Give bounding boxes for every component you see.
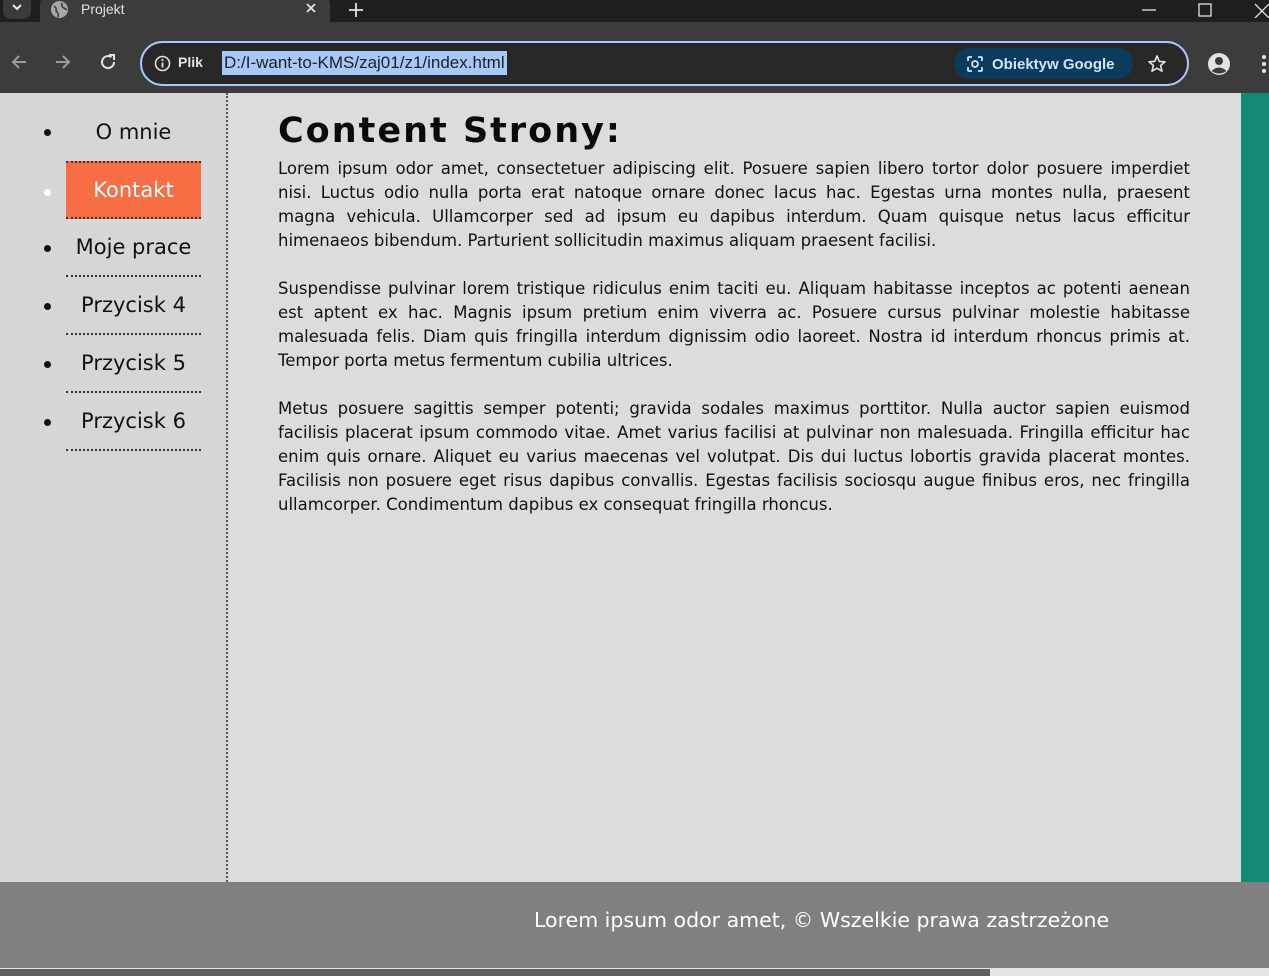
nav-item-przycisk-6[interactable]: Przycisk 6	[44, 393, 201, 451]
tab-strip: Projekt	[0, 0, 1269, 22]
side-panel	[1241, 93, 1269, 882]
plus-icon[interactable]	[346, 1, 366, 19]
info-icon[interactable]	[154, 55, 171, 72]
forward-icon[interactable]	[53, 52, 73, 72]
lens-label: Obiektyw Google	[992, 56, 1115, 73]
page-title: Content Strony:	[278, 111, 622, 151]
horizontal-scrollbar[interactable]	[0, 968, 1269, 976]
footer: Lorem ipsum odor amet, © Wszelkie prawa …	[0, 882, 1269, 968]
star-icon[interactable]	[1147, 54, 1167, 74]
address-bar[interactable]: Plik D:/I-want-to-KMS/zaj01/z1/index.htm…	[140, 41, 1189, 86]
paragraph: Metus posuere sagittis semper potenti; g…	[278, 399, 1190, 514]
nav-item-przycisk-5[interactable]: Przycisk 5	[44, 335, 201, 393]
kebab-menu-icon[interactable]	[1258, 52, 1269, 76]
profile-icon[interactable]	[1207, 52, 1231, 76]
paragraph: Lorem ipsum odor amet, consectetuer adip…	[278, 159, 1190, 250]
back-icon[interactable]	[9, 52, 29, 72]
main-content: Content Strony: Lorem ipsum odor amet, c…	[278, 109, 1190, 541]
page-viewport: O mnie Kontakt Moje prace Przycisk 4 Prz…	[0, 93, 1269, 976]
sidebar: O mnie Kontakt Moje prace Przycisk 4 Prz…	[0, 93, 228, 882]
nav-item-kontakt[interactable]: Kontakt	[44, 161, 201, 219]
minimize-icon[interactable]	[1140, 2, 1158, 18]
globe-icon	[51, 1, 68, 18]
tab-title: Projekt	[81, 1, 125, 17]
lens-icon	[966, 55, 984, 73]
nav-item-moje-prace[interactable]: Moje prace	[44, 219, 201, 277]
scrollbar-thumb[interactable]	[0, 969, 990, 976]
paragraph: Suspendisse pulvinar lorem tristique rid…	[278, 279, 1190, 370]
nav-item-o-mnie[interactable]: O mnie	[44, 103, 201, 161]
footer-text: Lorem ipsum odor amet, © Wszelkie prawa …	[534, 908, 1110, 932]
tab-search-icon[interactable]	[3, 0, 31, 19]
close-icon[interactable]	[303, 0, 319, 16]
scheme-label[interactable]: Plik	[178, 54, 203, 70]
browser-toolbar: Plik D:/I-want-to-KMS/zaj01/z1/index.htm…	[0, 22, 1269, 93]
window-close-icon[interactable]	[1253, 2, 1269, 19]
reload-icon[interactable]	[98, 52, 118, 72]
nav-item-przycisk-4[interactable]: Przycisk 4	[44, 277, 201, 335]
url-text[interactable]: D:/I-want-to-KMS/zaj01/z1/index.html	[222, 51, 507, 75]
nav-list: O mnie Kontakt Moje prace Przycisk 4 Prz…	[44, 103, 201, 451]
maximize-icon[interactable]	[1197, 2, 1213, 18]
google-lens-button[interactable]: Obiektyw Google	[954, 48, 1133, 79]
browser-tab[interactable]: Projekt	[40, 0, 330, 22]
